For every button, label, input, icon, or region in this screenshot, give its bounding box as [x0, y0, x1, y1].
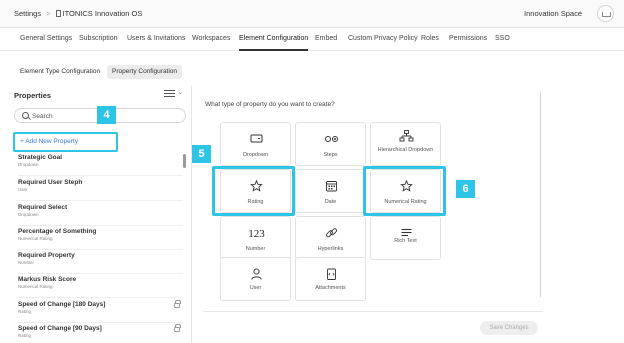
- type-card-hyperlinks[interactable]: Hyperlinks: [295, 216, 366, 260]
- property-type: Number: [18, 260, 35, 265]
- tab-embed[interactable]: Embed: [315, 35, 337, 42]
- steps-icon: [325, 136, 338, 142]
- type-card-hierarchical-dropdown[interactable]: Hierarchical Dropdown: [370, 122, 441, 166]
- dropdown-icon: [250, 134, 263, 143]
- list-item[interactable]: Percentage of Something Numerical Rating: [18, 228, 183, 252]
- list-item[interactable]: Speed of Change [90 Days] Rating: [18, 324, 183, 343]
- link-icon: [326, 228, 337, 238]
- list-item[interactable]: Strategic Goal Dropdown: [18, 154, 183, 178]
- tab-sso[interactable]: SSO: [495, 35, 510, 42]
- highlight-rating: [212, 166, 295, 216]
- divider: [18, 175, 183, 176]
- subtab-property-configuration[interactable]: Property Configuration: [107, 65, 183, 79]
- property-name: Percentage of Something: [18, 228, 97, 235]
- list-item[interactable]: Required Select Dropdown: [18, 204, 183, 228]
- tab-workspaces[interactable]: Workspaces: [192, 35, 230, 42]
- divider: [18, 273, 183, 274]
- list-item[interactable]: Markus Risk Score Numerical Rating: [18, 276, 183, 300]
- type-card-rich-text[interactable]: Rich Text: [370, 216, 441, 260]
- breadcrumb-page[interactable]: ITONICS Innovation OS: [63, 9, 143, 18]
- step-marker-4: 4: [97, 106, 116, 124]
- divider: [18, 225, 183, 226]
- property-type: User: [18, 187, 28, 192]
- type-card-dropdown[interactable]: Dropdown: [220, 122, 291, 166]
- tab-roles[interactable]: Roles: [421, 35, 439, 42]
- divider: [203, 311, 543, 312]
- type-label: Attachments: [315, 285, 346, 291]
- lock-icon: [174, 300, 181, 308]
- property-name: Speed of Change [90 Days]: [18, 325, 102, 332]
- type-card-date[interactable]: Date: [295, 169, 366, 213]
- divider: [18, 200, 183, 201]
- type-card-number[interactable]: 123 Number: [220, 216, 291, 260]
- tab-element-configuration[interactable]: Element Configuration: [239, 35, 309, 51]
- property-type: Dropdown: [18, 212, 39, 217]
- list-item[interactable]: Required Property Number: [18, 252, 183, 276]
- type-card-steps[interactable]: Steps: [295, 122, 366, 166]
- type-label: Hyperlinks: [317, 246, 344, 252]
- calendar-icon: [326, 181, 337, 192]
- property-type: Rating: [18, 333, 32, 338]
- tab-custom-privacy-policy[interactable]: Custom Privacy Policy: [348, 35, 418, 42]
- highlight-numerical-rating: [363, 166, 446, 216]
- type-label: Number: [245, 246, 266, 252]
- properties-title: Properties: [14, 91, 52, 100]
- breadcrumb-separator: >: [46, 9, 51, 18]
- type-label: Dropdown: [242, 152, 269, 158]
- subtab-element-type-configuration[interactable]: Element Type Configuration: [15, 65, 105, 79]
- attachment-icon: [327, 268, 336, 280]
- tab-general-settings[interactable]: General Settings: [20, 35, 72, 42]
- property-name: Speed of Change [180 Days]: [18, 301, 106, 308]
- property-type: Dropdown: [18, 162, 39, 167]
- save-changes-button[interactable]: Save Changes: [480, 321, 538, 335]
- breadcrumb-settings[interactable]: Settings: [14, 9, 41, 18]
- divider: [18, 249, 183, 250]
- settings-tabs: General Settings Subscription Users & In…: [0, 28, 624, 51]
- property-type-question: What type of property do you want to cre…: [205, 101, 335, 108]
- property-name: Required Select: [18, 204, 68, 211]
- svg-text:123: 123: [248, 228, 265, 239]
- user-icon: [251, 268, 262, 280]
- list-item[interactable]: Required User Steph User: [18, 179, 183, 203]
- property-name: Markus Risk Score: [18, 276, 77, 283]
- add-new-property-button[interactable]: + Add New Property: [13, 132, 118, 152]
- top-bar: Settings > ITONICS Innovation OS Innovatio…: [0, 0, 624, 28]
- document-icon: [55, 10, 61, 17]
- lock-icon: [174, 324, 181, 332]
- workspace-switcher-button[interactable]: [597, 5, 614, 22]
- properties-panel: Properties ⌄ + Add New Property 4 Strate…: [0, 86, 192, 343]
- filter-icon[interactable]: [164, 90, 175, 98]
- type-label: Steps: [323, 152, 338, 158]
- hierarchy-icon: [399, 130, 414, 142]
- divider: [18, 297, 183, 298]
- step-marker-6: 6: [456, 180, 475, 198]
- divider: [18, 322, 183, 323]
- step-marker-5: 5: [192, 145, 211, 163]
- property-name: Strategic Goal: [18, 154, 63, 161]
- tab-subscription[interactable]: Subscription: [79, 35, 118, 42]
- scrollbar[interactable]: [183, 154, 186, 168]
- breadcrumb: Settings > ITONICS Innovation OS: [14, 9, 142, 18]
- type-card-user[interactable]: User: [220, 257, 291, 301]
- property-type: Rating: [18, 309, 32, 314]
- workspace-label: Innovation Space: [524, 9, 582, 18]
- type-label: Rich Text: [394, 238, 417, 244]
- list-item[interactable]: Speed of Change [180 Days] Rating: [18, 300, 183, 325]
- type-card-attachments[interactable]: Attachments: [295, 257, 366, 301]
- type-label: Hierarchical Dropdown: [377, 147, 434, 153]
- tab-users-invitations[interactable]: Users & Invitations: [127, 35, 185, 42]
- number-icon: 123: [248, 228, 265, 239]
- type-label: User: [249, 285, 262, 291]
- type-label: Date: [324, 199, 337, 205]
- property-name: Required Property: [18, 252, 75, 259]
- property-type: Numerical Rating: [18, 284, 53, 289]
- search-icon: [22, 112, 29, 119]
- property-name: Required User Steph: [18, 179, 83, 186]
- property-type: Numerical Rating: [18, 236, 53, 241]
- tab-permissions[interactable]: Permissions: [449, 35, 487, 42]
- scrollbar[interactable]: [540, 92, 541, 297]
- chevron-down-icon[interactable]: ⌄: [178, 89, 183, 96]
